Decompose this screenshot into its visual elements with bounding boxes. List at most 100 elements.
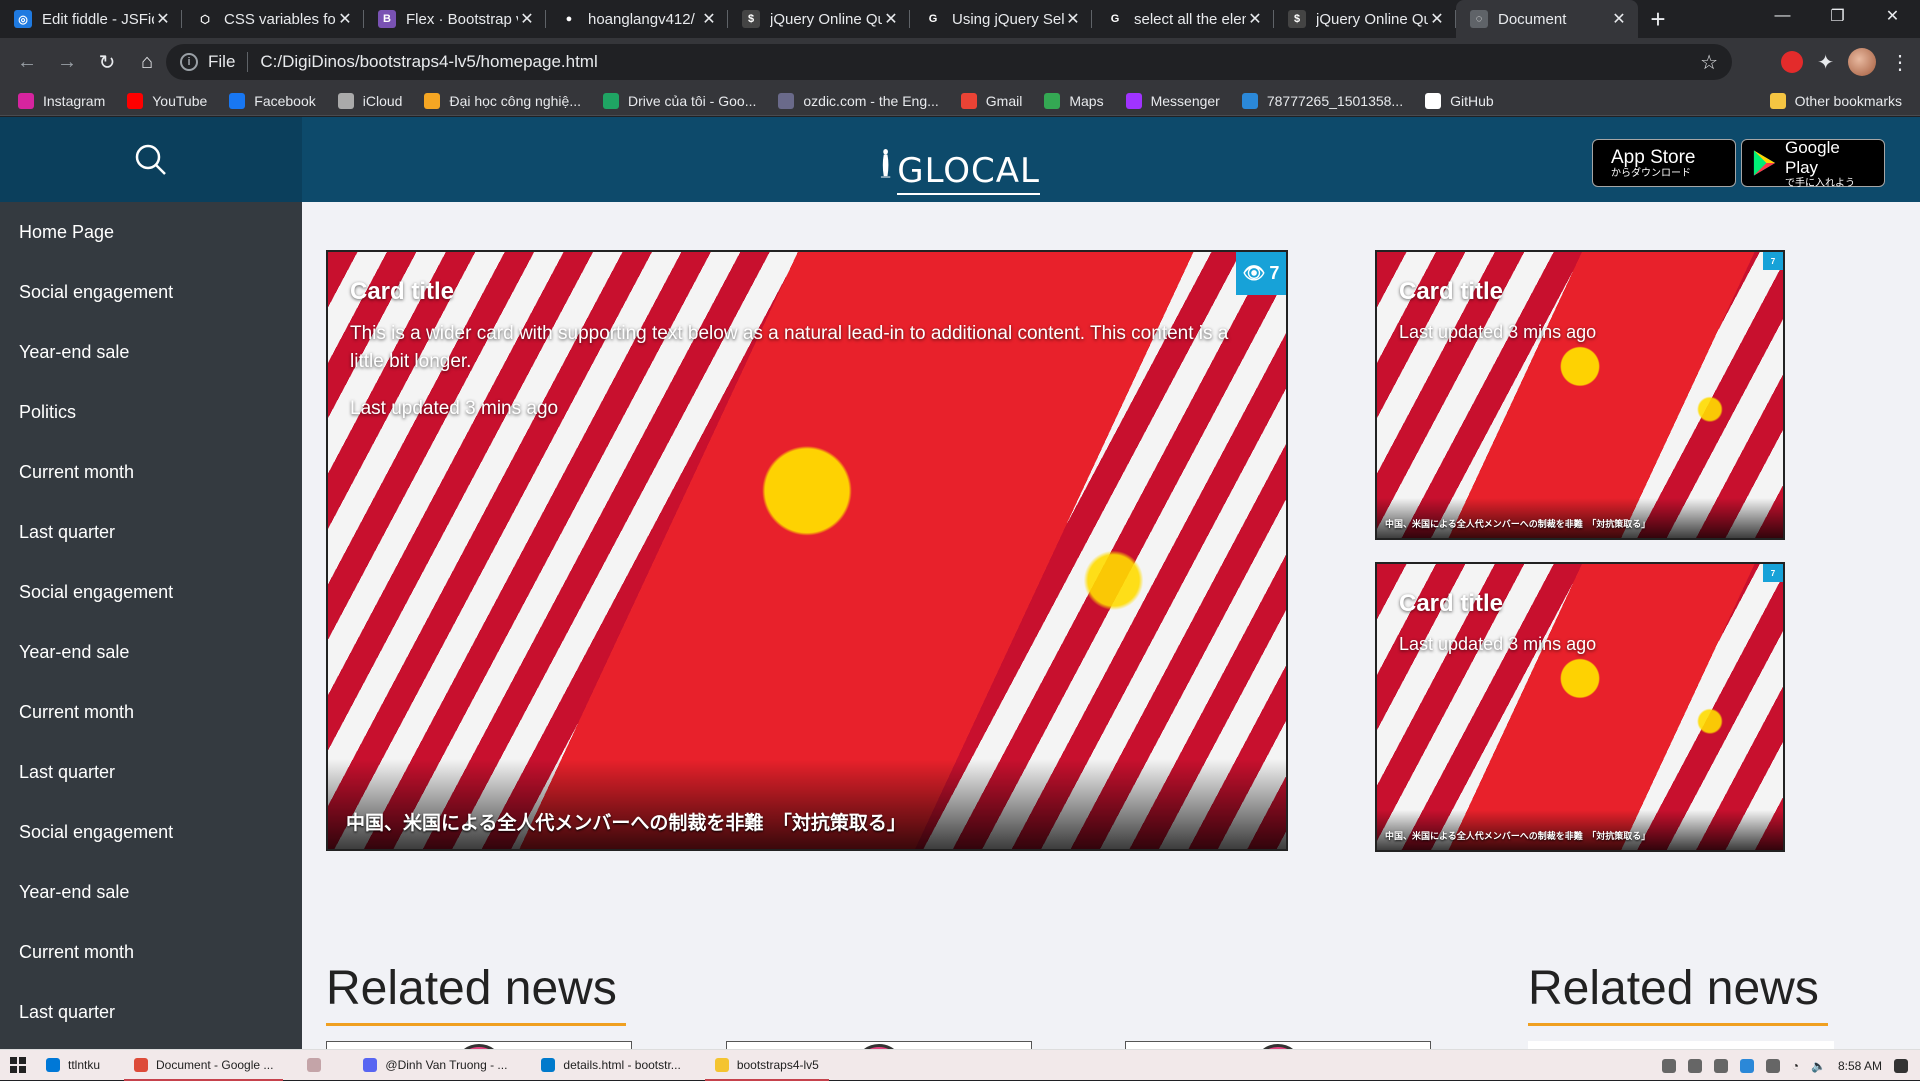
bootstrap-icon: B [378, 10, 396, 28]
bookmark-item[interactable]: ozdic.com - the Eng... [778, 92, 939, 109]
bookmark-item[interactable]: iCloud [337, 92, 402, 109]
browser-tab[interactable]: G Using jQuery Selectors✕ [910, 0, 1092, 38]
notification-icon[interactable] [1894, 1058, 1908, 1073]
reload-icon[interactable]: ↻ [90, 45, 124, 79]
restore-icon[interactable]: ❐ [1810, 0, 1865, 32]
home-icon[interactable]: ⌂ [130, 45, 164, 79]
bookmark-item[interactable]: GitHub [1425, 92, 1494, 109]
related-news-card[interactable] [726, 1041, 1032, 1049]
browser-tab[interactable]: ◌ Document ✕ [1456, 0, 1638, 38]
tray-app-icon[interactable] [1687, 1058, 1702, 1073]
codepen-icon: ⬡ [200, 13, 210, 26]
site-logo[interactable]: GLOCAL [880, 125, 1040, 195]
sidebar-item[interactable]: Politics [0, 382, 302, 442]
close-tab-icon[interactable]: ✕ [154, 10, 172, 28]
browser-tab[interactable]: $ jQuery Online Quiz✕ [1274, 0, 1456, 38]
minimize-icon[interactable]: — [1755, 0, 1810, 32]
app-store-badge[interactable]: App Store からダウンロード [1592, 139, 1736, 187]
bookmark-item[interactable]: Drive của tôi - Goo... [602, 92, 756, 109]
taskbar-item[interactable] [297, 1050, 339, 1081]
start-button[interactable] [0, 1050, 36, 1081]
browser-tab[interactable]: Gselect all the elements✕ [1092, 0, 1274, 38]
related-news-card[interactable] [1125, 1041, 1431, 1049]
google-icon: G [1110, 13, 1120, 25]
back-arrow-icon[interactable]: ← [10, 45, 44, 79]
close-tab-icon[interactable]: ✕ [336, 10, 354, 28]
bookmark-item[interactable]: Maps [1044, 92, 1104, 109]
close-tab-icon[interactable]: ✕ [882, 10, 900, 28]
bookmark-item[interactable]: Gmail [960, 92, 1022, 109]
close-tab-icon[interactable]: ✕ [518, 10, 536, 28]
sidebar-item[interactable]: Social engagement [0, 802, 302, 862]
related-news-card[interactable] [1528, 1041, 1834, 1049]
clock-time[interactable]: 8:58 AM [1838, 1059, 1882, 1073]
sidebar-item[interactable]: Home Page [0, 202, 302, 262]
sidebar-item[interactable]: Last quarter [0, 982, 302, 1042]
close-tab-icon[interactable]: ✕ [700, 10, 718, 28]
bookmark-star-icon[interactable]: ☆ [1700, 50, 1718, 75]
sidebar-item[interactable]: Year-end sale [0, 622, 302, 682]
extensions-puzzle-icon[interactable]: ✦ [1817, 50, 1834, 75]
taskbar-item[interactable]: ttlntku [36, 1050, 110, 1081]
related-news-card[interactable] [326, 1041, 632, 1049]
sidebar-item[interactable]: Current month [0, 682, 302, 742]
window-controls: — ❐ ✕ [1755, 0, 1920, 32]
info-icon[interactable]: i [180, 53, 198, 71]
sidebar-item[interactable]: Current month [0, 922, 302, 982]
taskbar-item[interactable]: details.html - bootstr... [531, 1050, 690, 1081]
search-icon [135, 144, 166, 175]
browser-tab[interactable]: ⬡ CSS variables for ✕ [182, 0, 364, 38]
card-updated: Last updated 3 mins ago [1399, 634, 1597, 654]
sidebar-item[interactable]: Last quarter [0, 502, 302, 562]
close-tab-icon[interactable]: ✕ [1064, 10, 1082, 28]
tray-skype-icon[interactable] [1739, 1058, 1754, 1073]
featured-news-card[interactable]: 👁 7 Card title This is a wider card with … [326, 250, 1288, 851]
google-play-badge[interactable]: Google Play で手に入れよう [1741, 138, 1885, 189]
browser-tab[interactable]: B Flex · Bootstrap v4✕ [364, 0, 546, 38]
side-news-card[interactable]: 7 Card title Last updated 3 mins ago 中国、… [1375, 250, 1785, 540]
bookmark-item[interactable]: Messenger [1125, 92, 1220, 109]
other-bookmarks[interactable]: Other bookmarks [1769, 92, 1902, 109]
sidebar-item[interactable]: Social engagement [0, 262, 302, 322]
taskbar-item[interactable]: Document - Google ... [124, 1050, 284, 1081]
sidebar-item[interactable]: Last quarter [0, 742, 302, 802]
close-window-icon[interactable]: ✕ [1865, 0, 1920, 32]
bookmark-item[interactable]: 78777265_1501358... [1241, 92, 1403, 109]
bookmark-favicon-icon [1425, 92, 1442, 109]
browser-tab[interactable]: ◎ Edit fiddle - JSFiddle✕ [0, 0, 182, 38]
sidebar-item[interactable]: Current month [0, 442, 302, 502]
sidebar-item[interactable]: Year-end sale [0, 862, 302, 922]
taskbar-label: bootstraps4-lv5 [736, 1058, 819, 1072]
battery-icon[interactable] [1765, 1058, 1780, 1073]
side-news-card[interactable]: 7 Card title Last updated 3 mins ago 中国、… [1375, 562, 1785, 852]
tray-shield-icon[interactable] [1713, 1058, 1728, 1073]
address-divider [247, 52, 249, 72]
sidebar-item[interactable]: Social engagement [0, 562, 302, 622]
tab-title: Using jQuery Selectors [952, 10, 1064, 28]
menu-kebab-icon[interactable]: ⋮ [1890, 50, 1910, 75]
url-text[interactable]: C:/DigiDinos/bootstraps4-lv5/homepage.ht… [260, 52, 597, 72]
extension-shield-icon[interactable] [1781, 51, 1804, 73]
new-tab-button[interactable]: + [1638, 0, 1678, 38]
close-tab-icon[interactable]: ✕ [1428, 10, 1446, 28]
tray-app-icon[interactable] [1661, 1058, 1676, 1073]
address-bar[interactable]: i File C:/DigiDinos/bootstraps4-lv5/home… [166, 44, 1732, 80]
browser-tab[interactable]: $ jQuery Online Quiz✕ [728, 0, 910, 38]
volume-icon[interactable]: 🔈 [1811, 1059, 1826, 1073]
taskbar-item[interactable]: @Dinh Van Truong - ... [353, 1050, 517, 1081]
bookmark-favicon-icon [1241, 92, 1258, 109]
wifi-icon[interactable]: ◔ [1792, 1059, 1799, 1073]
search-button[interactable] [0, 117, 302, 202]
sidebar-item[interactable]: Year-end sale [0, 322, 302, 382]
bookmark-item[interactable]: Facebook [229, 92, 316, 109]
taskbar-item[interactable]: bootstraps4-lv5 [704, 1050, 829, 1081]
bookmark-label: GitHub [1450, 92, 1494, 109]
bookmark-item[interactable]: Instagram [18, 92, 105, 109]
bookmark-item[interactable]: YouTube [127, 92, 207, 109]
close-tab-icon[interactable]: ✕ [1246, 10, 1264, 28]
close-tab-icon[interactable]: ✕ [1610, 10, 1628, 28]
bookmark-item[interactable]: Đại học công nghiệ... [424, 92, 581, 109]
forward-arrow-icon[interactable]: → [50, 45, 84, 79]
profile-avatar[interactable] [1848, 48, 1876, 76]
browser-tab[interactable]: ● hoanglangv412/ ✕ [546, 0, 728, 38]
